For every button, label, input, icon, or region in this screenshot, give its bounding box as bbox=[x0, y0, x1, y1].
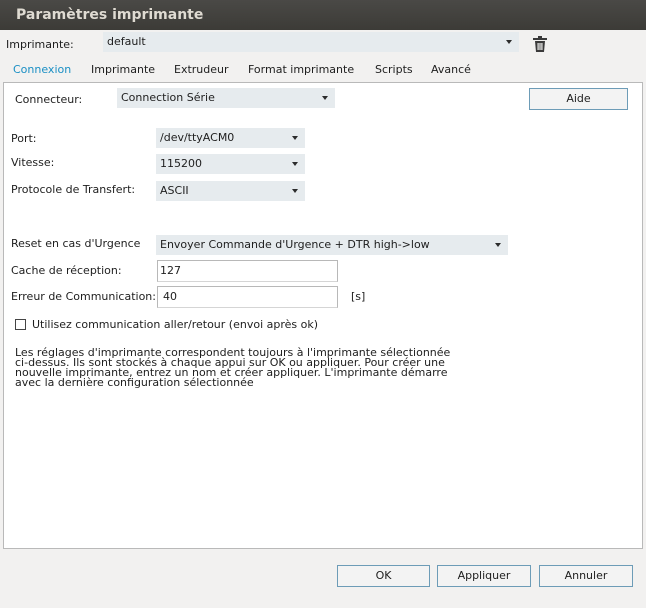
apply-button[interactable]: Appliquer bbox=[437, 565, 531, 587]
reset-select[interactable]: Envoyer Commande d'Urgence + DTR high->l… bbox=[156, 235, 508, 255]
tab-connexion[interactable]: Connexion bbox=[6, 61, 78, 83]
chevron-down-icon bbox=[292, 162, 298, 166]
chevron-down-icon bbox=[322, 96, 328, 100]
error-input[interactable]: 40 bbox=[157, 286, 338, 308]
port-label: Port: bbox=[11, 132, 37, 145]
cache-input[interactable]: 127 bbox=[157, 260, 338, 282]
chevron-down-icon bbox=[292, 136, 298, 140]
protocol-select-value: ASCII bbox=[160, 184, 189, 197]
printer-select-value: default bbox=[107, 35, 146, 48]
port-select-value: /dev/ttyACM0 bbox=[160, 131, 235, 144]
speed-label: Vitesse: bbox=[11, 156, 55, 169]
chevron-down-icon bbox=[506, 40, 512, 44]
speed-select[interactable]: 115200 bbox=[156, 154, 305, 174]
speed-select-value: 115200 bbox=[160, 157, 202, 170]
tab-extrudeur[interactable]: Extrudeur bbox=[174, 61, 229, 79]
error-label: Erreur de Communication: bbox=[11, 290, 156, 303]
pingpong-label: Utilisez communication aller/retour (env… bbox=[32, 318, 319, 331]
cache-label: Cache de réception: bbox=[11, 264, 122, 277]
window-title: Paramètres imprimante bbox=[0, 0, 646, 30]
tab-avance[interactable]: Avancé bbox=[431, 61, 471, 79]
tab-imprimante[interactable]: Imprimante bbox=[91, 61, 155, 79]
tab-format-imprimante[interactable]: Format imprimante bbox=[248, 61, 354, 79]
protocol-label: Protocole de Transfert: bbox=[11, 183, 136, 196]
chevron-down-icon bbox=[292, 189, 298, 193]
info-text: Les réglages d'imprimante correspondent … bbox=[15, 347, 485, 389]
printer-label: Imprimante: bbox=[6, 38, 74, 51]
connexion-panel bbox=[3, 82, 643, 549]
connector-select[interactable]: Connection Série bbox=[117, 88, 335, 108]
help-button[interactable]: Aide bbox=[529, 88, 628, 110]
connector-select-value: Connection Série bbox=[121, 91, 215, 104]
printer-select[interactable]: default bbox=[103, 32, 519, 52]
ok-button[interactable]: OK bbox=[337, 565, 430, 587]
connector-label: Connecteur: bbox=[15, 93, 83, 106]
port-select[interactable]: /dev/ttyACM0 bbox=[156, 128, 305, 148]
info-line: avec la dernière configuration sélection… bbox=[15, 376, 254, 389]
tab-scripts[interactable]: Scripts bbox=[375, 61, 413, 79]
chevron-down-icon bbox=[495, 243, 501, 247]
trash-icon[interactable] bbox=[532, 35, 548, 53]
error-unit: [s] bbox=[351, 290, 366, 303]
reset-select-value: Envoyer Commande d'Urgence + DTR high->l… bbox=[160, 238, 430, 251]
reset-label: Reset en cas d'Urgence bbox=[11, 237, 141, 250]
pingpong-checkbox[interactable] bbox=[15, 319, 26, 330]
cancel-button[interactable]: Annuler bbox=[539, 565, 633, 587]
protocol-select[interactable]: ASCII bbox=[156, 181, 305, 201]
